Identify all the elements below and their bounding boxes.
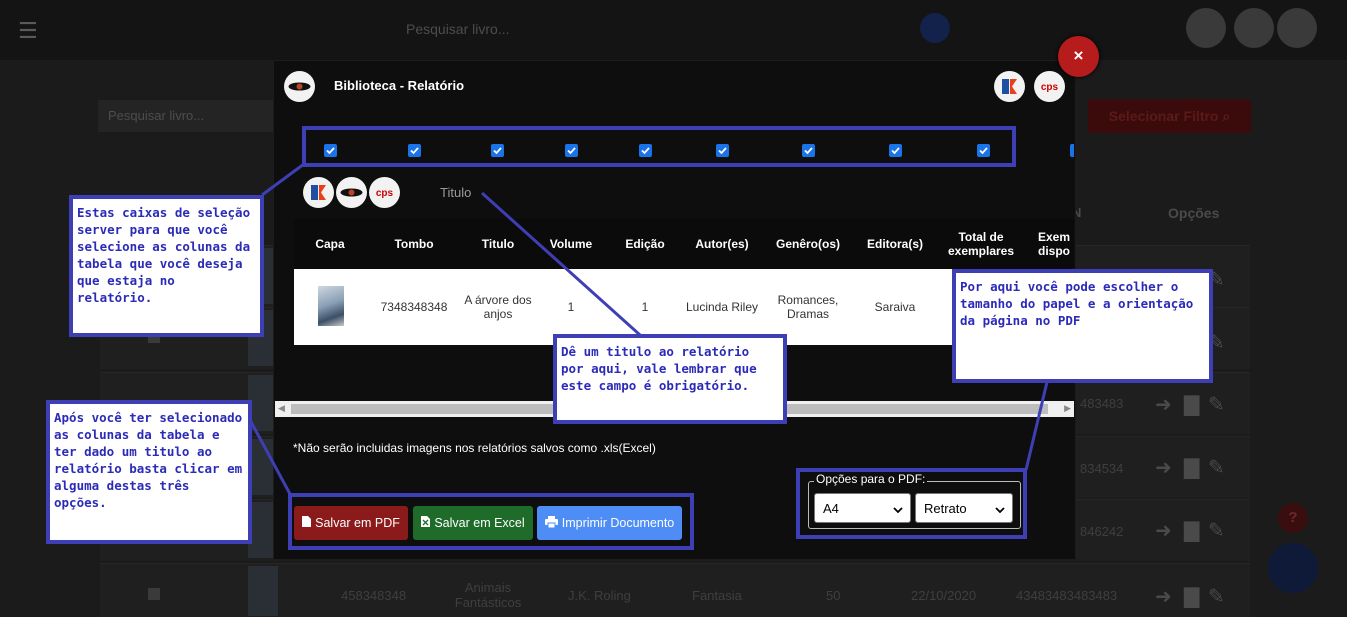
annotation-title: Dê um titulo ao relatório por aqui, vale…: [553, 334, 787, 424]
annotation-checkboxes: Estas caixas de seleção server para que …: [69, 195, 264, 337]
pdf-options-highlight: [796, 468, 1027, 539]
annotation-pdf: Por aqui você pode escolher o tamanho do…: [952, 269, 1213, 383]
buttons-highlight: [288, 493, 694, 550]
checkbox-highlight: [302, 126, 1016, 167]
annotation-buttons: Após você ter selecionado as colunas da …: [46, 400, 252, 544]
